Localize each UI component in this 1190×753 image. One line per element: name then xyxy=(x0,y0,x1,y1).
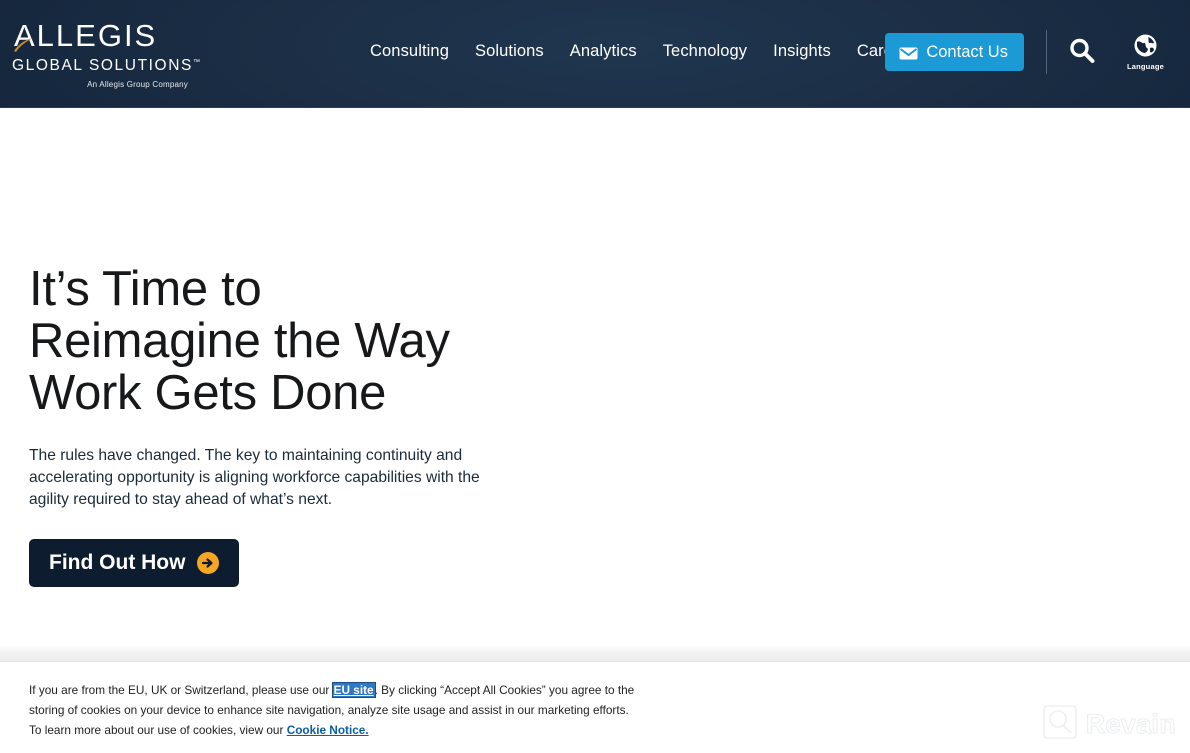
site-logo[interactable]: ALLEGIS GLOBAL SOLUTIONS™ An Allegis Gro… xyxy=(12,18,200,89)
find-out-how-button[interactable]: Find Out How xyxy=(29,539,240,587)
logo-wordmark: ALLEGIS xyxy=(12,18,192,53)
logo-trademark: ™ xyxy=(192,58,202,66)
language-button[interactable]: Language xyxy=(1127,33,1164,71)
page-title: It’s Time to Reimagine the Way Work Gets… xyxy=(29,262,450,420)
nav-item-insights[interactable]: Insights xyxy=(773,42,831,61)
arrow-right-circle-icon xyxy=(197,552,220,574)
hero-content: It’s Time to Reimagine the Way Work Gets… xyxy=(29,263,589,587)
hero-subtitle: The rules have changed. The key to maint… xyxy=(29,447,480,508)
nav-item-analytics[interactable]: Analytics xyxy=(570,42,637,61)
contact-us-label: Contact Us xyxy=(926,42,1008,61)
cookie-text-part-1: If you are from the EU, UK or Switzerlan… xyxy=(29,683,333,697)
cookie-banner-text: If you are from the EU, UK or Switzerlan… xyxy=(29,680,644,740)
eu-site-link[interactable]: EU site xyxy=(331,682,376,698)
nav-item-technology[interactable]: Technology xyxy=(663,42,747,61)
header-actions: Contact Us Language xyxy=(885,30,1172,74)
cookie-banner-shadow xyxy=(0,645,1190,661)
logo-secondary-text: GLOBAL SOLUTIONS™ xyxy=(12,57,200,74)
hero-section: It’s Time to Reimagine the Way Work Gets… xyxy=(0,108,1190,645)
logo-secondary-label: GLOBAL SOLUTIONS xyxy=(12,57,193,74)
nav-item-solutions[interactable]: Solutions xyxy=(475,42,544,61)
header-divider xyxy=(1045,30,1047,74)
contact-us-button[interactable]: Contact Us xyxy=(885,33,1024,71)
cookie-consent-banner: If you are from the EU, UK or Switzerlan… xyxy=(0,661,1190,753)
primary-navigation: Consulting Solutions Analytics Technolog… xyxy=(370,42,916,61)
find-out-how-label: Find Out How xyxy=(49,551,186,574)
page-root: ALLEGIS GLOBAL SOLUTIONS™ An Allegis Gro… xyxy=(0,0,1190,753)
logo-primary-text: ALLEGIS xyxy=(14,18,158,53)
globe-icon xyxy=(1133,33,1158,61)
logo-tagline: An Allegis Group Company xyxy=(87,79,188,89)
cookie-notice-link[interactable]: Cookie Notice. xyxy=(287,723,369,737)
site-header: ALLEGIS GLOBAL SOLUTIONS™ An Allegis Gro… xyxy=(0,0,1190,108)
search-button[interactable] xyxy=(1067,36,1097,69)
language-label: Language xyxy=(1126,62,1164,71)
search-icon xyxy=(1067,36,1097,69)
envelope-icon xyxy=(899,46,918,59)
nav-item-consulting[interactable]: Consulting xyxy=(370,42,449,61)
